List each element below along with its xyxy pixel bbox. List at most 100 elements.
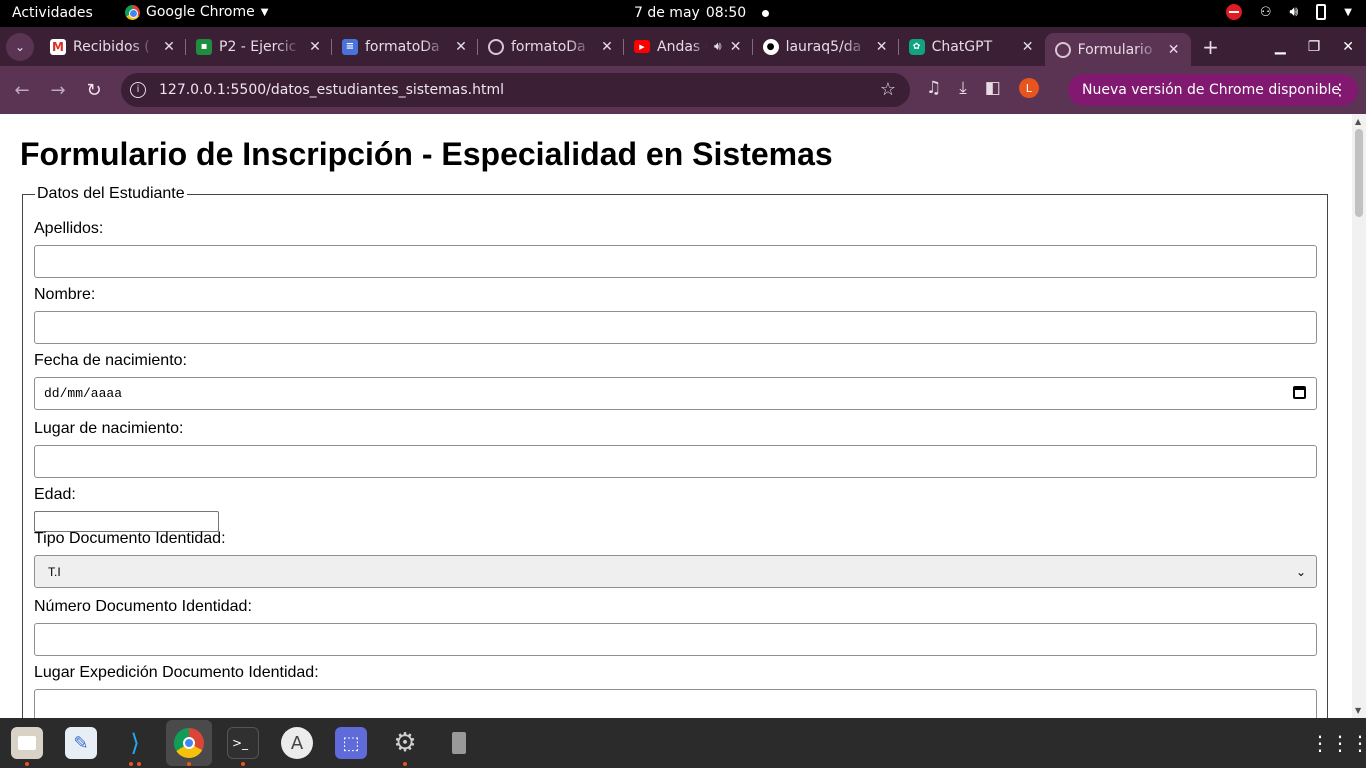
downloads-icon[interactable]: ⤓ [959,78,967,98]
new-tab-button[interactable]: + [1199,35,1223,59]
tab-github[interactable]: ● lauraq5/da ✕ [753,27,899,66]
forward-button[interactable]: → [40,80,76,101]
running-indicator [187,762,191,766]
close-icon[interactable]: ✕ [1021,39,1035,55]
calendar-icon[interactable] [1293,386,1306,399]
close-icon[interactable]: ✕ [729,39,743,55]
close-icon[interactable]: ✕ [600,39,614,55]
side-panel-icon[interactable]: ◧ [985,78,1001,98]
web-page: Formulario de Inscripción - Especialidad… [0,114,1352,718]
nombre-input[interactable] [34,311,1317,344]
chevron-down-icon: ▼ [260,6,269,18]
scroll-up-icon[interactable]: ▲ [1355,117,1361,126]
running-indicator [241,762,245,766]
bookmark-star-icon[interactable]: ☆ [880,79,896,100]
files-icon[interactable] [11,727,43,759]
software-icon[interactable]: A [281,727,313,759]
classroom-icon: ▪ [196,38,212,55]
chatgpt-icon: ✿ [908,38,925,55]
tab-title: Andas e [657,38,707,55]
reload-button[interactable]: ↻ [76,80,112,101]
tab-search-button[interactable]: ⌄ [6,32,34,61]
scroll-down-icon[interactable]: ▼ [1355,706,1361,715]
minimize-icon[interactable]: ▁ [1275,39,1286,55]
screenshot-icon[interactable]: ⬚ [335,727,367,759]
trash-icon[interactable] [443,727,475,759]
clock-time: 08:50 [705,5,747,21]
back-button[interactable]: ← [4,80,40,101]
running-indicator [129,762,133,766]
site-info-icon[interactable]: i [130,82,146,98]
tab-title: lauraq5/da [785,38,862,55]
chrome-update-chip[interactable]: Nueva versión de Chrome disponible ⋮ [1068,74,1358,106]
tab-strip: ⌄ M Recibidos ( ✕ ▪ P2 - Ejercic ✕ ≡ for… [0,27,1366,66]
page-title: Formulario de Inscripción - Especialidad… [20,136,833,172]
nombre-label: Nombre: [34,286,96,303]
lugar-nacimiento-label: Lugar de nacimiento: [34,420,184,437]
apellidos-input[interactable] [34,245,1317,278]
url-text[interactable]: 127.0.0.1:5500/datos_estudiantes_sistema… [159,82,504,98]
globe-icon [488,38,504,55]
close-icon[interactable]: ✕ [162,39,176,55]
tab-classroom[interactable]: ▪ P2 - Ejercic ✕ [186,27,332,66]
tab-docs[interactable]: ≡ formatoDa ✕ [332,27,478,66]
tab-local-formato[interactable]: formatoDa ✕ [478,27,624,66]
lugar-nacimiento-input[interactable] [34,445,1317,478]
close-icon[interactable]: ✕ [454,39,468,55]
running-indicator [137,762,141,766]
tipo-documento-selected: T.I [48,564,61,579]
browser-toolbar: ← → ↻ i 127.0.0.1:5500/datos_estudiantes… [0,66,1366,114]
profile-avatar[interactable]: L [1018,78,1039,98]
activities-button[interactable]: Actividades [12,5,93,21]
numero-documento-input[interactable] [34,623,1317,656]
page-scrollbar[interactable]: ▲ ▼ [1352,114,1366,718]
notification-dot-icon [762,9,770,17]
media-controls-icon[interactable]: ♫ [926,78,941,98]
app-grid-icon[interactable]: ⋮⋮⋮ [1310,727,1366,759]
clock[interactable]: 7 de may 08:50 [634,5,770,21]
text-editor-icon[interactable]: ✎ [65,727,97,759]
tab-title: formatoDa [365,38,440,55]
lugar-expedicion-input[interactable] [34,689,1317,718]
close-window-icon[interactable]: ✕ [1342,39,1354,55]
tab-title: Recibidos ( [73,38,150,55]
app-menu[interactable]: Google Chrome ▼ [125,4,268,20]
vscode-icon[interactable]: ⟩ [119,727,151,759]
fecha-nacimiento-input[interactable]: dd/mm/aaaa [34,377,1317,410]
system-tray[interactable]: ⚇ 🔊︎ ▼ [1225,4,1352,20]
tipo-documento-select[interactable]: T.I ⌄ [34,555,1317,588]
running-indicator [25,762,29,766]
tab-title: P2 - Ejercic [219,38,297,55]
tab-formulario[interactable]: Formulario ✕ [1044,33,1191,66]
globe-icon [1054,41,1071,58]
tab-youtube[interactable]: ▶ Andas e 🔊︎ ✕ [624,27,753,66]
gmail-icon: M [50,38,66,55]
close-icon[interactable]: ✕ [308,39,322,55]
restore-icon[interactable]: ❐ [1308,39,1321,55]
audio-playing-icon[interactable]: 🔊︎ [714,39,722,54]
kebab-menu-icon[interactable]: ⋮ [1332,80,1348,99]
tab-gmail[interactable]: M Recibidos ( ✕ [40,27,186,66]
tab-title: ChatGPT [931,38,993,55]
chevron-down-icon: ⌄ [14,39,26,54]
close-icon[interactable]: ✕ [1167,42,1181,58]
window-controls: ▁ ❐ ✕ [1275,27,1354,66]
dock: ✎ ⟩ >_ A ⬚ ⚙ ⋮⋮⋮ [0,718,1366,768]
terminal-icon[interactable]: >_ [227,727,259,759]
address-bar[interactable]: i 127.0.0.1:5500/datos_estudiantes_siste… [121,73,910,107]
chrome-icon[interactable] [166,720,212,766]
power-menu-chevron-icon: ▼ [1344,6,1352,18]
settings-icon[interactable]: ⚙ [389,727,421,759]
close-icon[interactable]: ✕ [875,39,889,55]
running-indicator [403,762,407,766]
chevron-down-icon: ⌄ [1295,565,1306,579]
update-chip-label: Nueva versión de Chrome disponible [1082,82,1340,98]
app-menu-label: Google Chrome [146,4,255,20]
tab-chatgpt[interactable]: ✿ ChatGPT ✕ [899,27,1045,66]
chrome-icon [125,4,140,20]
tab-title: formatoDa [511,38,586,55]
github-icon: ● [762,38,779,55]
edad-input[interactable] [34,511,219,532]
do-not-disturb-icon [1225,4,1242,20]
scrollbar-thumb[interactable] [1355,129,1363,217]
